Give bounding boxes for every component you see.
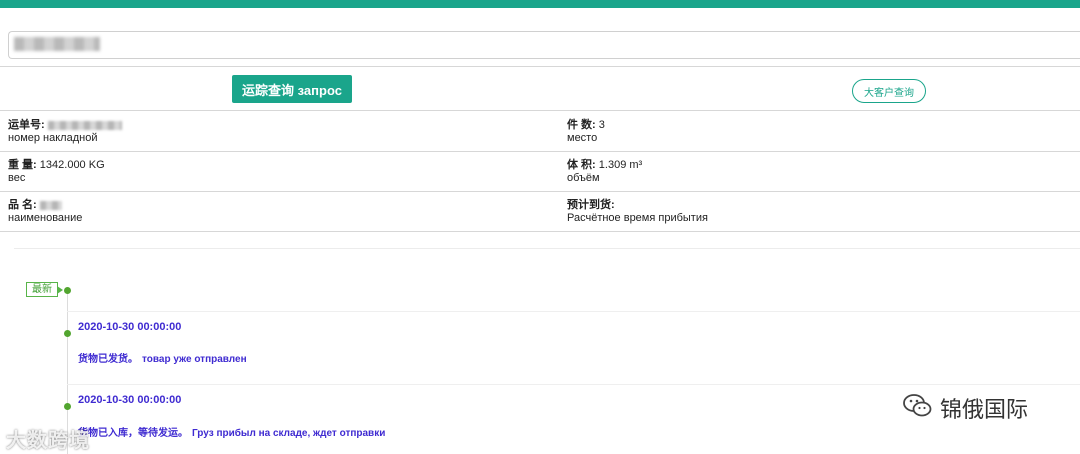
pieces-label-ru: место xyxy=(567,132,598,144)
blurred-product-name xyxy=(39,200,62,210)
pieces-label: 件 数: xyxy=(567,119,596,131)
event-status: 货物已发货。 товар уже отправлен xyxy=(78,350,247,365)
volume-value: 1.309 m³ xyxy=(598,159,643,171)
weight-label: 重 量: xyxy=(8,159,37,171)
tracking-number-input[interactable] xyxy=(8,31,1080,59)
weight-value: 1342.000 KG xyxy=(39,159,105,171)
blurred-tracking-number xyxy=(14,37,100,51)
product-label-ru: наименование xyxy=(8,212,83,224)
eta-label-ru: Расчётное время прибытия xyxy=(567,212,708,224)
watermark-name: 锦俄国际 xyxy=(940,397,1029,422)
wechat-icon xyxy=(903,394,932,417)
event-divider xyxy=(67,384,1080,385)
divider xyxy=(0,191,1080,192)
product-field: 品 名: наименование xyxy=(8,199,82,225)
top-bar xyxy=(0,0,1080,8)
product-label: 品 名: xyxy=(8,199,37,211)
divider xyxy=(0,66,1080,67)
event-divider xyxy=(67,311,1080,312)
timeline-dot xyxy=(64,287,71,294)
waybill-label-ru: номер накладной xyxy=(8,132,98,144)
pieces-value: 3 xyxy=(598,119,605,131)
weight-label-ru: вес xyxy=(8,172,26,184)
divider xyxy=(0,110,1080,111)
blurred-waybill-number xyxy=(47,120,122,130)
divider xyxy=(0,231,1080,232)
timeline-dot xyxy=(64,330,71,337)
event-status-cn: 货物已入库，等待发运。 xyxy=(78,428,188,439)
volume-field: 体 积: 1.309 m³ объём xyxy=(567,159,642,185)
event-status-ru: товар уже отправлен xyxy=(142,354,247,365)
divider xyxy=(14,248,1080,249)
waybill-field: 运单号: номер накладной xyxy=(8,119,122,145)
weight-field: 重 量: 1342.000 KG вес xyxy=(8,159,105,185)
eta-label: 预计到货: xyxy=(567,199,615,211)
pieces-field: 件 数: 3 место xyxy=(567,119,605,145)
track-query-button[interactable]: 运踪查询 запрос xyxy=(232,75,352,103)
event-status: 货物已入库，等待发运。 Груз прибыл на складе, ждет о… xyxy=(78,424,385,439)
event-time: 2020-10-30 00:00:00 xyxy=(78,394,182,406)
event-status-ru: Груз прибыл на складе, ждет отправки xyxy=(192,428,386,439)
volume-label-ru: объём xyxy=(567,172,600,184)
divider xyxy=(0,151,1080,152)
event-time: 2020-10-30 00:00:00 xyxy=(78,321,182,333)
eta-field: 预计到货: Расчётное время прибытия xyxy=(567,199,708,225)
event-status-cn: 货物已发货。 xyxy=(78,354,138,365)
timeline-dot xyxy=(64,403,71,410)
watermark-left: 大数跨境 xyxy=(6,430,90,452)
latest-badge: 最新 xyxy=(26,282,63,297)
waybill-label: 运单号: xyxy=(8,119,45,131)
volume-label: 体 积: xyxy=(567,159,596,171)
vip-customer-query-button[interactable]: 大客户查询 xyxy=(852,79,926,103)
